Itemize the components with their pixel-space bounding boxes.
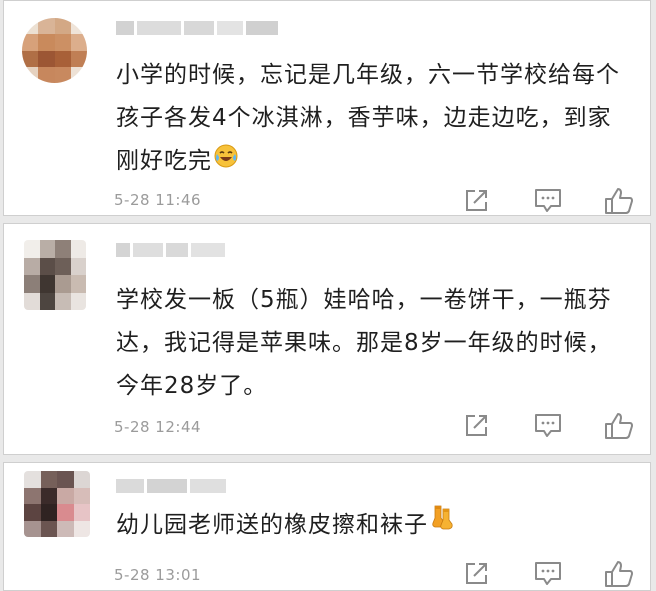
thumbs-up-icon[interactable] (604, 187, 634, 215)
thumbs-up-icon[interactable] (604, 412, 634, 440)
comment-timestamp: 5-28 11:46 (114, 191, 202, 209)
comment-card: 幼儿园老师送的橡皮擦和袜子 5-28 13:01 (3, 462, 651, 591)
avatar[interactable] (22, 18, 87, 83)
comment-text: 学校发一板（5瓶）娃哈哈，一卷饼干，一瓶芬达，我记得是苹果味。那是8岁一年级的时… (116, 287, 612, 399)
comment-text: 小学的时候，忘记是几年级，六一节学校给每个孩子各发4个冰淇淋，香芋味，边走边吃，… (116, 54, 620, 183)
comment-card: 学校发一板（5瓶）娃哈哈，一卷饼干，一瓶芬达，我记得是苹果味。那是8岁一年级的时… (3, 223, 651, 455)
comment-timestamp: 5-28 12:44 (114, 418, 202, 436)
comment-card: 小学的时候，忘记是几年级，六一节学校给每个孩子各发4个冰淇淋，香芋味，边走边吃，… (3, 0, 651, 216)
comment-icon[interactable] (533, 560, 563, 588)
username-blurred[interactable] (116, 241, 225, 259)
comment-icon[interactable] (533, 412, 563, 440)
comment-actions (462, 560, 634, 588)
avatar[interactable] (24, 240, 86, 310)
comment-text-body: 幼儿园老师送的橡皮擦和袜子 (116, 512, 428, 538)
share-icon[interactable] (462, 187, 492, 215)
comment-actions (462, 187, 634, 215)
comment-timestamp: 5-28 13:01 (114, 566, 202, 584)
username-blurred[interactable] (116, 477, 226, 495)
thumbs-up-icon[interactable] (604, 560, 634, 588)
comment-text-body: 小学的时候，忘记是几年级，六一节学校给每个孩子各发4个冰淇淋，香芋味，边走边吃，… (116, 62, 620, 174)
socks-emoji (430, 504, 456, 547)
comment-actions (462, 412, 634, 440)
laugh-cry-emoji (214, 140, 238, 183)
avatar[interactable] (24, 471, 90, 537)
share-icon[interactable] (462, 560, 492, 588)
username-blurred[interactable] (116, 19, 278, 37)
share-icon[interactable] (462, 412, 492, 440)
comment-text: 幼儿园老师送的橡皮擦和袜子 (116, 504, 620, 547)
comment-icon[interactable] (533, 187, 563, 215)
